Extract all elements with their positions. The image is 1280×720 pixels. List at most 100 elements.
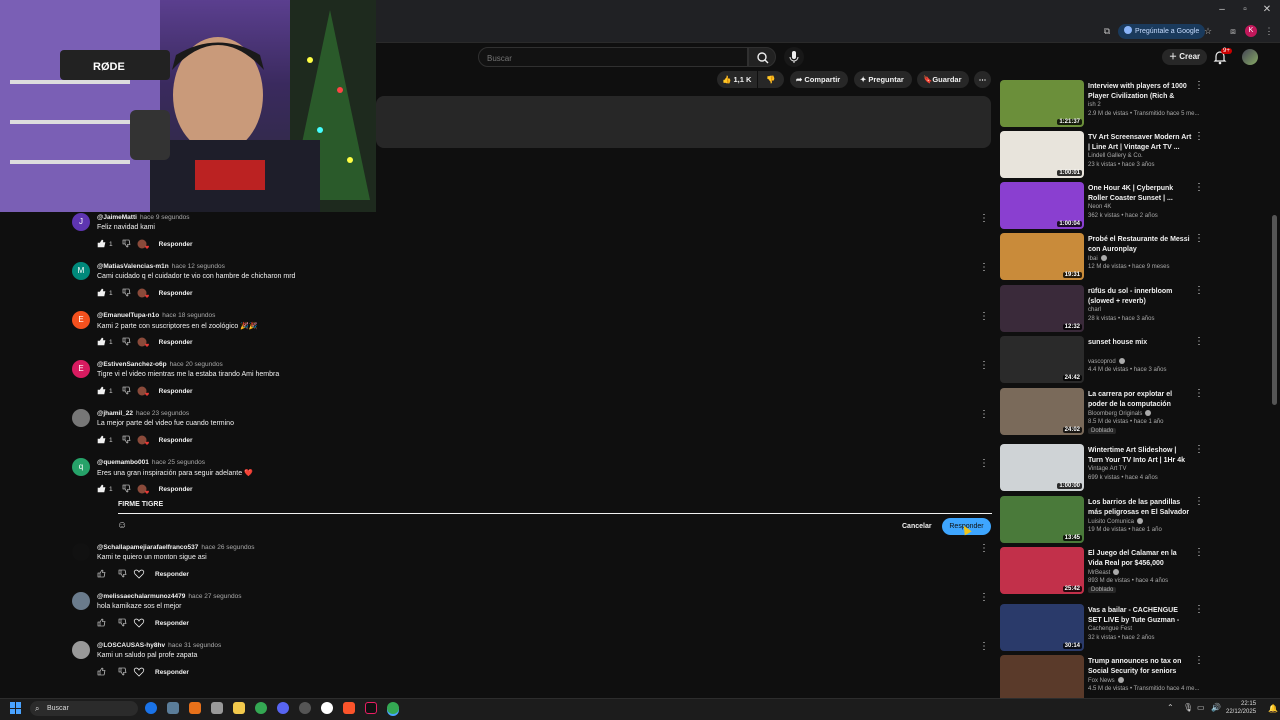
- commenter-avatar[interactable]: [72, 543, 90, 561]
- video-title[interactable]: sunset house mix: [1088, 338, 1192, 348]
- dislike-comment-icon[interactable]: [122, 239, 131, 250]
- bookmark-star-icon[interactable]: ☆: [1201, 24, 1215, 38]
- maximize-icon[interactable]: ▫: [1237, 4, 1253, 15]
- dislike-comment-icon[interactable]: [122, 288, 131, 299]
- video-menu-icon[interactable]: ⋮: [1194, 388, 1204, 399]
- video-channel[interactable]: Vintage Art TV: [1088, 466, 1126, 472]
- video-menu-icon[interactable]: ⋮: [1194, 547, 1204, 558]
- reply-button[interactable]: Responder: [155, 669, 189, 676]
- video-menu-icon[interactable]: ⋮: [1194, 496, 1204, 507]
- heart-icon[interactable]: [133, 568, 145, 580]
- heart-icon[interactable]: [133, 617, 145, 629]
- minimize-icon[interactable]: –: [1214, 4, 1230, 15]
- related-video-item[interactable]: Trump announces no tax on Social Securit…: [1000, 655, 1210, 703]
- heart-icon[interactable]: [137, 287, 149, 299]
- video-title[interactable]: Trump announces no tax on Social Securit…: [1088, 657, 1192, 676]
- comment-time[interactable]: hace 12 segundos: [172, 263, 225, 270]
- cancel-button[interactable]: Cancelar: [894, 518, 940, 535]
- like-comment-icon[interactable]: [97, 288, 106, 299]
- volume-icon[interactable]: 🔊: [1211, 703, 1221, 712]
- video-channel[interactable]: Fox News: [1088, 677, 1124, 684]
- obs-icon[interactable]: [321, 702, 333, 714]
- video-thumbnail[interactable]: 24:42: [1000, 336, 1084, 383]
- video-thumbnail[interactable]: 1:00:04: [1000, 182, 1084, 229]
- video-title[interactable]: TV Art Screensaver Modern Art | Line Art…: [1088, 133, 1192, 152]
- heart-icon[interactable]: [137, 385, 149, 397]
- video-thumbnail[interactable]: 25:42: [1000, 547, 1084, 594]
- comment-time[interactable]: hace 31 segundos: [168, 642, 221, 649]
- video-title[interactable]: Probé el Restaurante de Messi con Auronp…: [1088, 235, 1192, 254]
- video-thumbnail[interactable]: 1:21:37: [1000, 80, 1084, 127]
- video-thumbnail[interactable]: 1:00:01: [1000, 131, 1084, 178]
- video-thumbnail[interactable]: 1:00:00: [1000, 444, 1084, 491]
- comment-menu-icon[interactable]: ⋮: [979, 543, 989, 554]
- dislike-comment-icon[interactable]: [118, 618, 127, 629]
- more-actions-button[interactable]: ⋯: [974, 71, 991, 88]
- emoji-icon[interactable]: ☺: [117, 520, 127, 531]
- terminal-icon[interactable]: [167, 702, 179, 714]
- share-button[interactable]: ➦ Compartir: [790, 71, 848, 88]
- video-channel[interactable]: ish 2: [1088, 102, 1101, 108]
- notification-center-icon[interactable]: 🔔: [1268, 704, 1278, 713]
- save-button[interactable]: 🔖Guardar: [917, 71, 969, 88]
- video-menu-icon[interactable]: ⋮: [1194, 233, 1204, 244]
- video-channel[interactable]: MrBeast: [1088, 569, 1120, 576]
- extensions-icon[interactable]: ⧈: [1226, 24, 1240, 38]
- windows-start-icon[interactable]: [10, 702, 22, 714]
- mic-tray-icon[interactable]: 🎙: [1183, 703, 1193, 712]
- like-button[interactable]: 👍 1,1 K: [717, 71, 757, 88]
- video-channel[interactable]: Lindell Gallery & Co.: [1088, 153, 1143, 159]
- heart-icon[interactable]: [133, 666, 145, 678]
- video-title[interactable]: Wintertime Art Slideshow | Turn Your TV …: [1088, 446, 1192, 465]
- comment-menu-icon[interactable]: ⋮: [979, 360, 989, 371]
- video-thumbnail[interactable]: 12:32: [1000, 285, 1084, 332]
- video-menu-icon[interactable]: ⋮: [1194, 80, 1204, 91]
- dislike-button[interactable]: 👎: [758, 71, 784, 88]
- voice-search-button[interactable]: [784, 47, 804, 67]
- commenter-avatar[interactable]: J: [72, 213, 90, 231]
- search-box[interactable]: [478, 47, 748, 68]
- page-scrollbar[interactable]: [1272, 215, 1277, 405]
- comment-author[interactable]: @EmanuelTupa-n1o: [97, 312, 159, 319]
- heart-icon[interactable]: [137, 336, 149, 348]
- brave-icon[interactable]: [343, 702, 355, 714]
- cast-icon[interactable]: ⧉: [1100, 24, 1114, 38]
- video-title[interactable]: El Juego del Calamar en la Vida Real por…: [1088, 549, 1192, 568]
- commenter-avatar[interactable]: [72, 409, 90, 427]
- reply-button[interactable]: Responder: [159, 339, 193, 346]
- comment-time[interactable]: hace 25 segundos: [152, 459, 205, 466]
- video-title[interactable]: One Hour 4K | Cyberpunk Roller Coaster S…: [1088, 184, 1192, 203]
- media-player-icon[interactable]: [299, 702, 311, 714]
- related-video-item[interactable]: 12:32 rüfüs du sol - innerbloom (slowed …: [1000, 285, 1210, 333]
- comment-menu-icon[interactable]: ⋮: [979, 641, 989, 652]
- commenter-avatar[interactable]: [72, 592, 90, 610]
- video-title[interactable]: rüfüs du sol - innerbloom (slowed + reve…: [1088, 287, 1192, 306]
- video-channel[interactable]: Ibai: [1088, 255, 1107, 262]
- video-menu-icon[interactable]: ⋮: [1194, 336, 1204, 347]
- create-button[interactable]: ＋ Crear: [1162, 49, 1208, 65]
- comment-author[interactable]: @melissaechalarmunoz4479: [97, 593, 185, 600]
- heart-icon[interactable]: [137, 238, 149, 250]
- heart-icon[interactable]: [137, 483, 149, 495]
- video-title[interactable]: Los barrios de las pandillas más peligro…: [1088, 498, 1192, 517]
- comment-menu-icon[interactable]: ⋮: [979, 213, 989, 224]
- ask-google-button[interactable]: Pregúntale a Google: [1118, 24, 1206, 39]
- chrome-active-icon[interactable]: [387, 702, 399, 714]
- commenter-avatar[interactable]: E: [72, 311, 90, 329]
- commenter-avatar[interactable]: q: [72, 458, 90, 476]
- video-menu-icon[interactable]: ⋮: [1194, 655, 1204, 666]
- comment-time[interactable]: hace 26 segundos: [201, 544, 254, 551]
- comment-time[interactable]: hace 9 segundos: [140, 214, 190, 221]
- comment-menu-icon[interactable]: ⋮: [979, 458, 989, 469]
- notes-icon[interactable]: [211, 702, 223, 714]
- chrome-icon[interactable]: [255, 702, 267, 714]
- taskbar-search[interactable]: ⌕ Buscar: [30, 701, 138, 716]
- browser-profile-avatar[interactable]: K: [1245, 25, 1257, 37]
- reply-button[interactable]: Responder: [159, 241, 193, 248]
- related-video-item[interactable]: 30:14 Vas a bailar - CACHENGUE SET LIVE …: [1000, 604, 1210, 652]
- video-thumbnail[interactable]: 30:14: [1000, 604, 1084, 651]
- commenter-avatar[interactable]: M: [72, 262, 90, 280]
- video-channel[interactable]: Bloomberg Originals: [1088, 410, 1152, 417]
- related-video-item[interactable]: 1:00:00 Wintertime Art Slideshow | Turn …: [1000, 444, 1210, 492]
- related-video-item[interactable]: 13:45 Los barrios de las pandillas más p…: [1000, 496, 1210, 544]
